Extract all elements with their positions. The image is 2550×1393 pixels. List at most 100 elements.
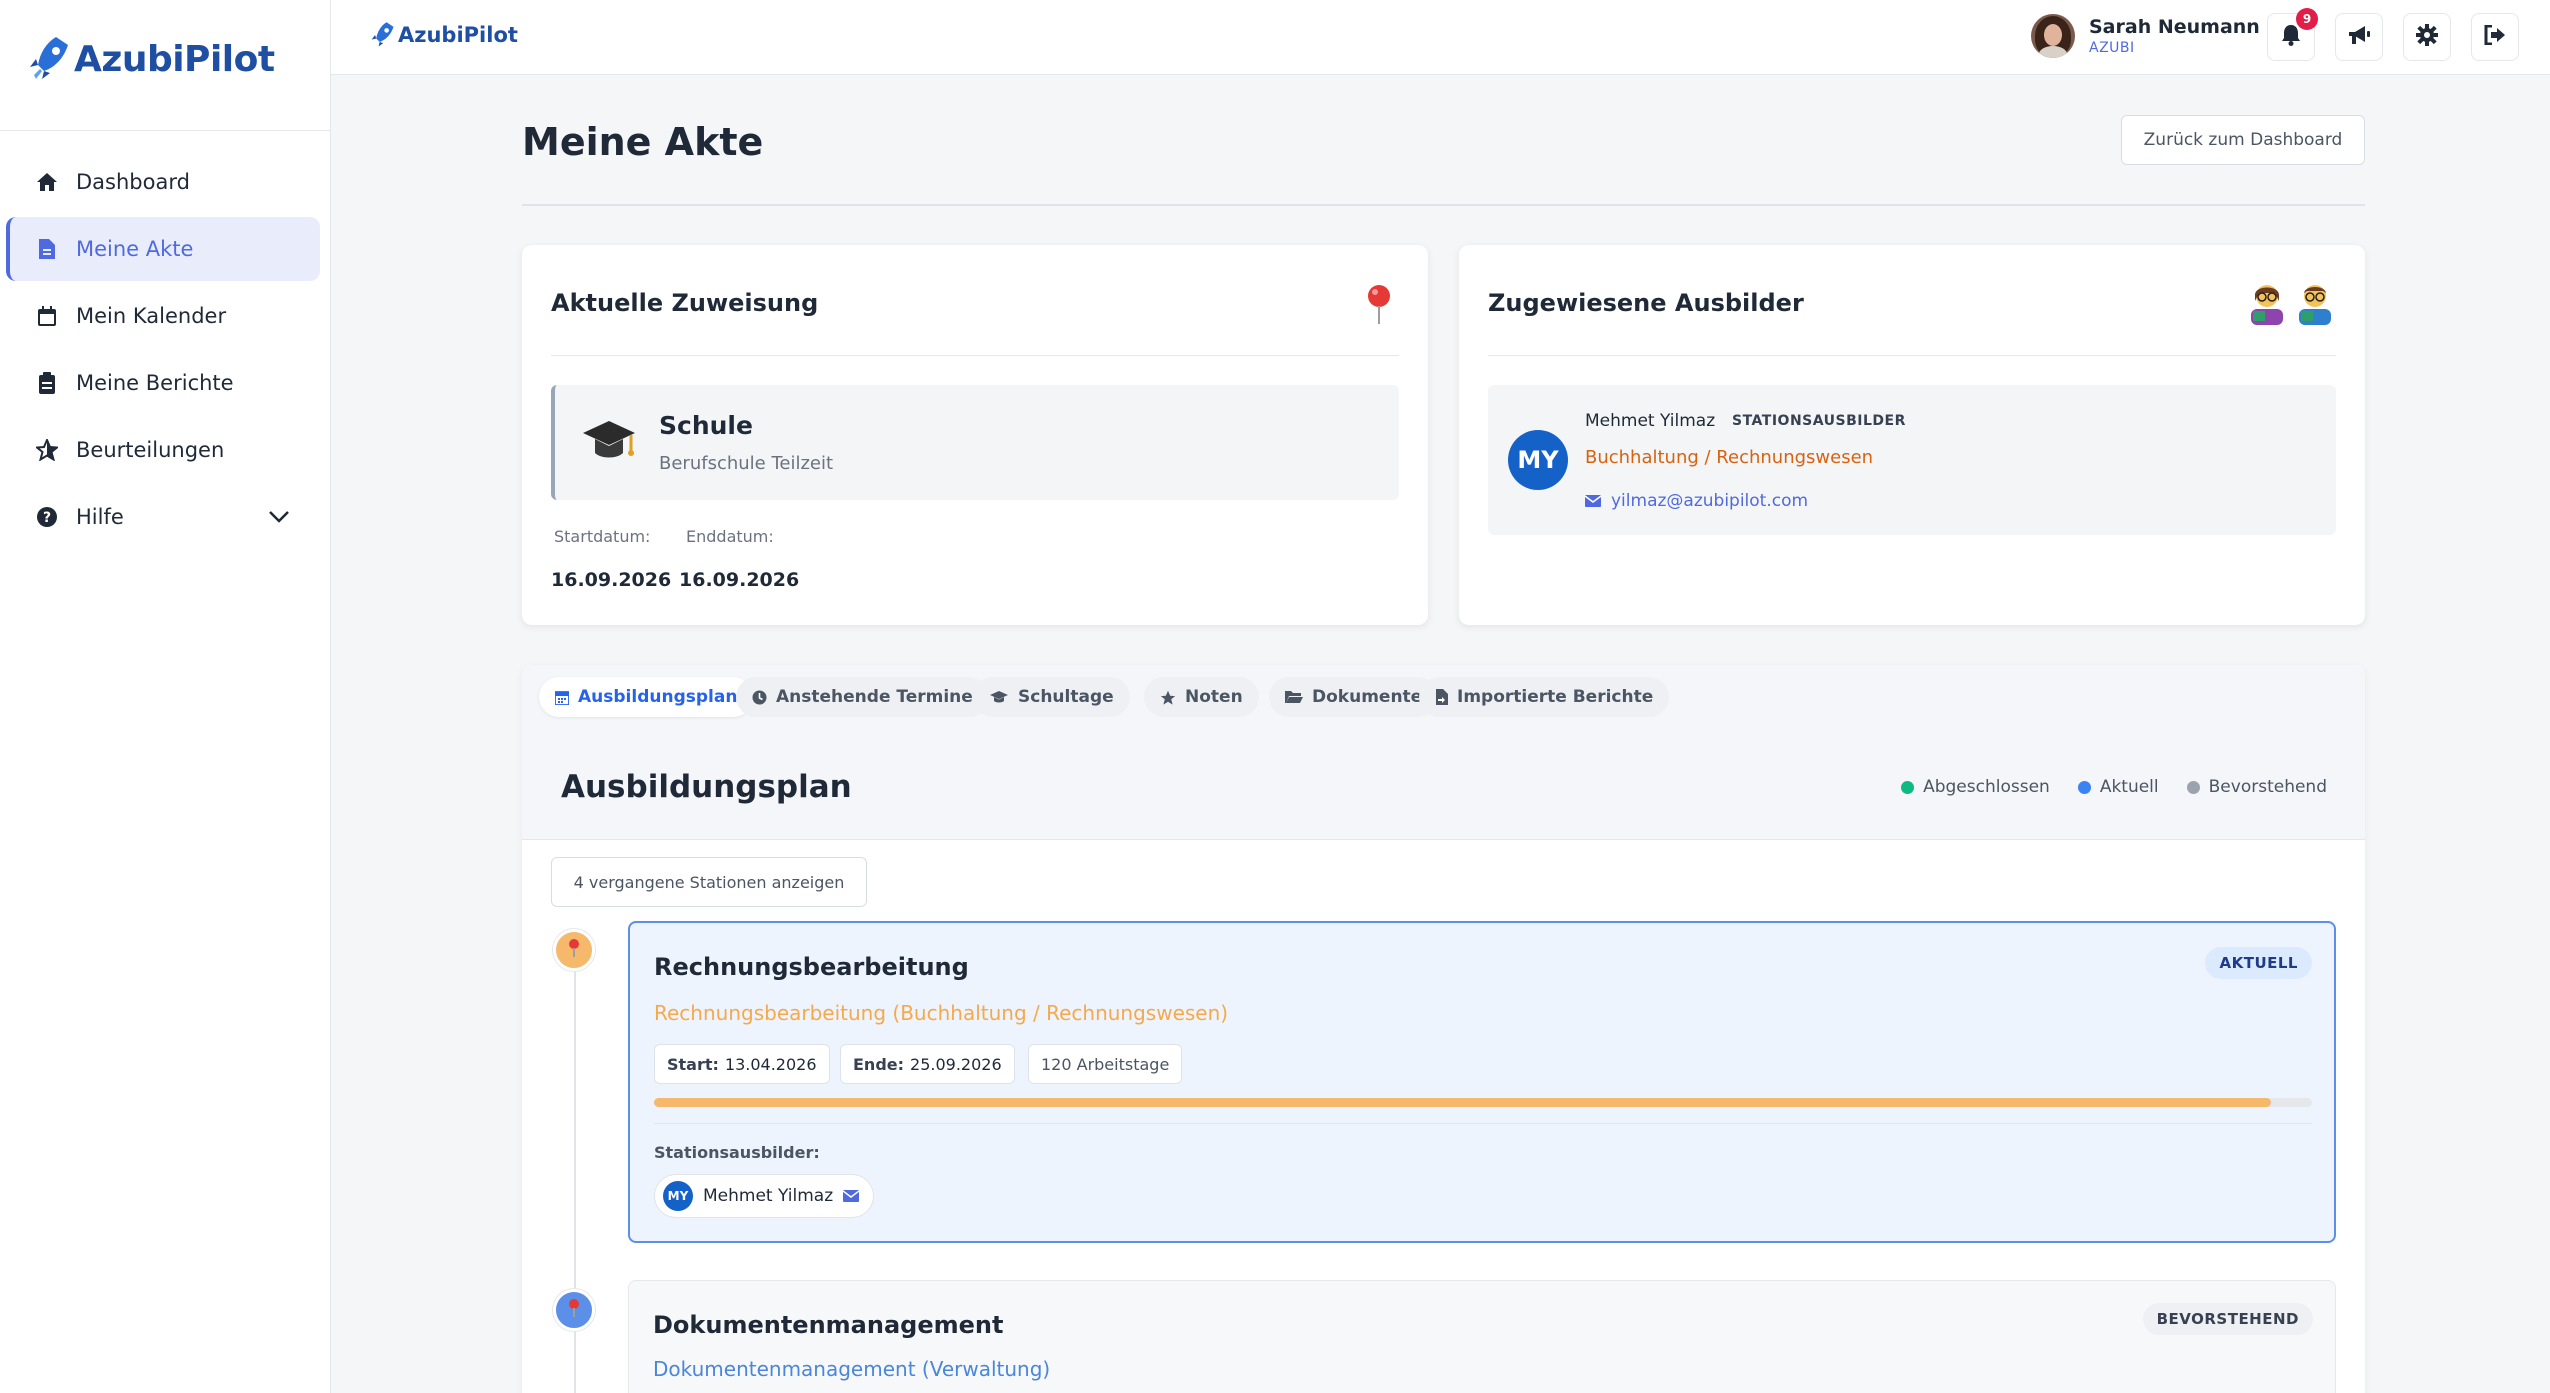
sidebar-divider: [0, 130, 331, 131]
chip-value: 25.09.2026: [910, 1054, 1002, 1074]
assignment-box: Schule Berufschule Teilzeit: [551, 385, 1399, 500]
trainer-name: Mehmet Yilmaz: [703, 1186, 834, 1206]
status-badge: AKTUELL: [2205, 947, 2312, 979]
sidebar-item-label: Meine Berichte: [76, 371, 234, 395]
help-icon: ?: [34, 504, 60, 530]
tab-schultage[interactable]: Schultage: [973, 677, 1130, 717]
star-icon: [34, 437, 60, 463]
card-divider: [551, 355, 1399, 356]
tab-bar: Ausbildungsplan Anstehende Termine Schul…: [522, 665, 2365, 735]
graduation-cap-icon: [989, 690, 1009, 704]
top-bar: AzubiPilot Sarah Neumann AZUBI 9: [331, 0, 2550, 75]
file-import-icon: [1435, 689, 1448, 705]
station-card-upcoming: Dokumentenmanagement BEVORSTEHEND Dokume…: [628, 1280, 2336, 1393]
tab-label: Schultage: [1018, 687, 1114, 707]
start-date-label: Startdatum:: [554, 527, 651, 546]
user-name: Sarah Neumann: [2089, 16, 2260, 38]
page-title: Meine Akte: [522, 120, 764, 164]
sidebar-item-meine-akte[interactable]: Meine Akte: [6, 217, 320, 281]
legend-label: Abgeschlossen: [1923, 777, 2050, 797]
user-role: AZUBI: [2089, 40, 2135, 56]
logout-button[interactable]: [2471, 13, 2519, 61]
envelope-icon[interactable]: [843, 1190, 860, 1202]
plan-legend: Abgeschlossen Aktuell Bevorstehend: [1901, 777, 2327, 797]
map-pin-icon: [1364, 283, 1394, 329]
tab-label: Anstehende Termine: [776, 687, 973, 707]
show-past-stations-button[interactable]: 4 vergangene Stationen anzeigen: [551, 857, 867, 907]
instructor-email-link[interactable]: yilmaz@azubipilot.com: [1585, 491, 1808, 511]
progress-fill: [654, 1098, 2271, 1107]
tab-ausbildungsplan[interactable]: Ausbildungsplan: [539, 677, 754, 717]
announcements-button[interactable]: [2335, 13, 2383, 61]
legend-dot: [1901, 780, 1915, 794]
sidebar-item-mein-kalender[interactable]: Mein Kalender: [6, 284, 320, 348]
tab-label: Ausbildungsplan: [578, 687, 738, 707]
rocket-icon: [30, 37, 68, 79]
tab-label: Noten: [1185, 687, 1243, 707]
sidebar-item-label: Dashboard: [76, 170, 190, 194]
tab-label: Dokumente: [1312, 687, 1423, 707]
avatar: [2031, 14, 2075, 58]
map-pin-icon: [567, 1298, 581, 1322]
calendar-icon: [34, 303, 60, 329]
graduation-cap-icon: [581, 415, 637, 471]
tab-importierte-berichte[interactable]: Importierte Berichte: [1419, 677, 1670, 717]
user-profile[interactable]: Sarah Neumann AZUBI: [2031, 14, 2260, 58]
sidebar-item-dashboard[interactable]: Dashboard: [6, 150, 320, 214]
chip-value: 13.04.2026: [724, 1054, 817, 1074]
settings-button[interactable]: [2403, 13, 2451, 61]
top-logo[interactable]: AzubiPilot: [369, 20, 518, 50]
tab-panel: Ausbildungsplan Anstehende Termine Schul…: [522, 665, 2365, 1393]
envelope-icon: [1585, 495, 1601, 507]
station-subtitle: Rechnungsbearbeitung (Buchhaltung / Rech…: [654, 1001, 1229, 1025]
notifications-button[interactable]: 9: [2267, 8, 2318, 61]
teachers-icon: [2245, 283, 2337, 325]
trainer-pill[interactable]: MY Mehmet Yilmaz: [654, 1174, 875, 1218]
legend-dot: [2186, 780, 2200, 794]
sidebar-item-label: Mein Kalender: [76, 304, 227, 328]
sidebar-item-label: Hilfe: [76, 505, 124, 529]
sidebar-item-hilfe[interactable]: ? Hilfe: [6, 485, 320, 549]
instructor-avatar: MY: [1508, 430, 1568, 490]
instructor-role: STATIONSAUSBILDER: [1732, 413, 1906, 429]
chip-label: Start:: [667, 1054, 719, 1074]
file-icon: [34, 236, 60, 262]
timeline-marker-upcoming: [553, 1289, 595, 1331]
tab-dokumente[interactable]: Dokumente: [1269, 677, 1439, 717]
instructors-card: Zugewiesene Ausbilder MY Mehmet Yilmaz S…: [1459, 245, 2365, 625]
star-icon: [1160, 690, 1176, 705]
timeline-marker-current: [553, 929, 595, 971]
trainer-label: Stationsausbilder:: [654, 1143, 820, 1162]
legend-item: Aktuell: [2077, 777, 2159, 797]
sidebar-item-beurteilungen[interactable]: Beurteilungen: [6, 418, 320, 482]
sidebar-item-meine-berichte[interactable]: Meine Berichte: [6, 351, 320, 415]
tab-noten[interactable]: Noten: [1144, 677, 1259, 717]
legend-item: Bevorstehend: [2186, 777, 2327, 797]
folder-icon: [1285, 690, 1303, 704]
tab-anstehende-termine[interactable]: Anstehende Termine: [736, 677, 989, 717]
megaphone-icon: [2347, 25, 2371, 49]
assignment-detail: Berufschule Teilzeit: [659, 453, 834, 474]
chevron-down-icon[interactable]: [268, 505, 290, 529]
end-date-label: Enddatum:: [686, 527, 774, 546]
station-title: Dokumentenmanagement: [653, 1311, 1004, 1339]
instructor-department: Buchhaltung / Rechnungswesen: [1585, 447, 1874, 468]
chip-label: Ende:: [853, 1054, 905, 1074]
avatar: MY: [663, 1181, 693, 1211]
notification-badge: 9: [2296, 8, 2318, 30]
sidebar: AzubiPilot Dashboard Meine Akte Mein Kal…: [0, 0, 331, 1393]
title-divider: [522, 204, 2365, 206]
app-name: AzubiPilot: [74, 38, 275, 80]
svg-text:?: ?: [43, 510, 51, 526]
assignment-card-title: Aktuelle Zuweisung: [551, 289, 819, 317]
app-logo[interactable]: AzubiPilot: [26, 33, 275, 85]
legend-item: Abgeschlossen: [1901, 777, 2050, 797]
end-chip: Ende: 25.09.2026: [840, 1044, 1015, 1084]
plan-header: Ausbildungsplan Abgeschlossen Aktuell Be…: [522, 735, 2365, 840]
sidebar-item-label: Beurteilungen: [76, 438, 225, 462]
legend-dot: [2077, 780, 2091, 794]
workdays-chip: 120 Arbeitstage: [1028, 1044, 1183, 1084]
station-card-current: Rechnungsbearbeitung AKTUELL Rechnungsbe…: [628, 921, 2336, 1243]
back-to-dashboard-button[interactable]: Zurück zum Dashboard: [2121, 115, 2365, 165]
start-date-value: 16.09.2026: [551, 569, 672, 591]
